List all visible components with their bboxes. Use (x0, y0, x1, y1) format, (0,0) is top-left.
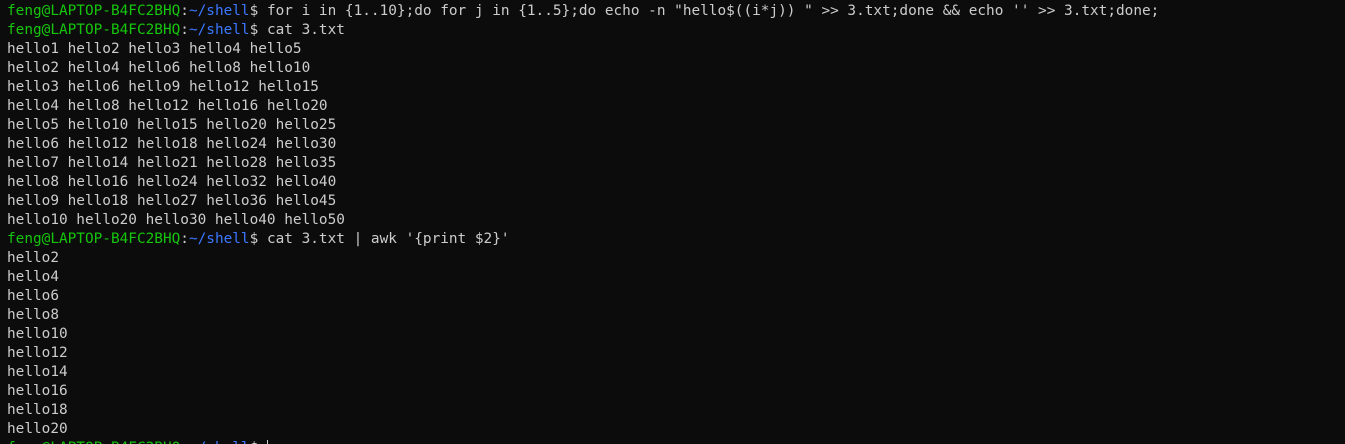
prompt-line-3: feng@LAPTOP-B4FC2BHQ:~/shell$ cat 3.txt … (7, 230, 1345, 249)
prompt-path: ~/shell (188, 3, 250, 19)
output-line: hello1 hello2 hello3 hello4 hello5 (7, 41, 302, 57)
output-line: hello12 (7, 345, 68, 361)
prompt-dollar: $ (249, 3, 259, 19)
prompt-dollar: $ (249, 22, 259, 38)
command-text: cat 3.txt (266, 22, 345, 38)
output-line: hello18 (7, 402, 68, 418)
output-line: hello8 (7, 307, 59, 323)
output-line: hello14 (7, 364, 68, 380)
output-line: hello2 (7, 250, 59, 266)
prompt-separator: : (180, 440, 189, 444)
command-text: cat 3.txt | awk '{print $2}' (266, 231, 510, 247)
output-line: hello2 hello4 hello6 hello8 hello10 (7, 60, 311, 76)
output-line: hello6 hello12 hello18 hello24 hello30 (7, 136, 337, 152)
prompt-line-1: feng@LAPTOP-B4FC2BHQ:~/shell$ for i in {… (7, 2, 1345, 21)
prompt-dollar: $ (249, 231, 259, 247)
output-line: hello7 hello14 hello21 hello28 hello35 (7, 155, 337, 171)
prompt-user-host: feng@LAPTOP-B4FC2BHQ (7, 3, 181, 19)
prompt-user-host: feng@LAPTOP-B4FC2BHQ (7, 440, 180, 444)
output-line: hello3 hello6 hello9 hello12 hello15 (7, 79, 319, 95)
command-text: for i in {1..10};do for j in {1..5};do e… (266, 3, 1160, 19)
text-cursor (266, 440, 268, 444)
output-line: hello8 hello16 hello24 hello32 hello40 (7, 174, 337, 190)
output-line: hello10 (7, 326, 68, 342)
prompt-dollar: $ (250, 440, 259, 444)
prompt-path: ~/shell (189, 440, 250, 444)
prompt-path: ~/shell (188, 231, 250, 247)
output-line: hello6 (7, 288, 59, 304)
output-line: hello20 (7, 421, 68, 437)
prompt-user-host: feng@LAPTOP-B4FC2BHQ (7, 231, 181, 247)
prompt-line-4[interactable]: feng@LAPTOP-B4FC2BHQ:~/shell$ (7, 439, 1345, 444)
prompt-separator: : (180, 22, 189, 38)
output-line: hello16 (7, 383, 68, 399)
output-line: hello4 (7, 269, 59, 285)
output-line: hello9 hello18 hello27 hello36 hello45 (7, 193, 337, 209)
output-line: hello10 hello20 hello30 hello40 hello50 (7, 212, 345, 228)
prompt-path: ~/shell (188, 22, 250, 38)
output-line: hello4 hello8 hello12 hello16 hello20 (7, 98, 328, 114)
prompt-separator: : (180, 3, 189, 19)
prompt-separator: : (180, 231, 189, 247)
prompt-user-host: feng@LAPTOP-B4FC2BHQ (7, 22, 181, 38)
prompt-line-2: feng@LAPTOP-B4FC2BHQ:~/shell$ cat 3.txt (7, 21, 1345, 40)
terminal-window[interactable]: feng@LAPTOP-B4FC2BHQ:~/shell$ for i in {… (0, 0, 1345, 444)
output-line: hello5 hello10 hello15 hello20 hello25 (7, 117, 337, 133)
